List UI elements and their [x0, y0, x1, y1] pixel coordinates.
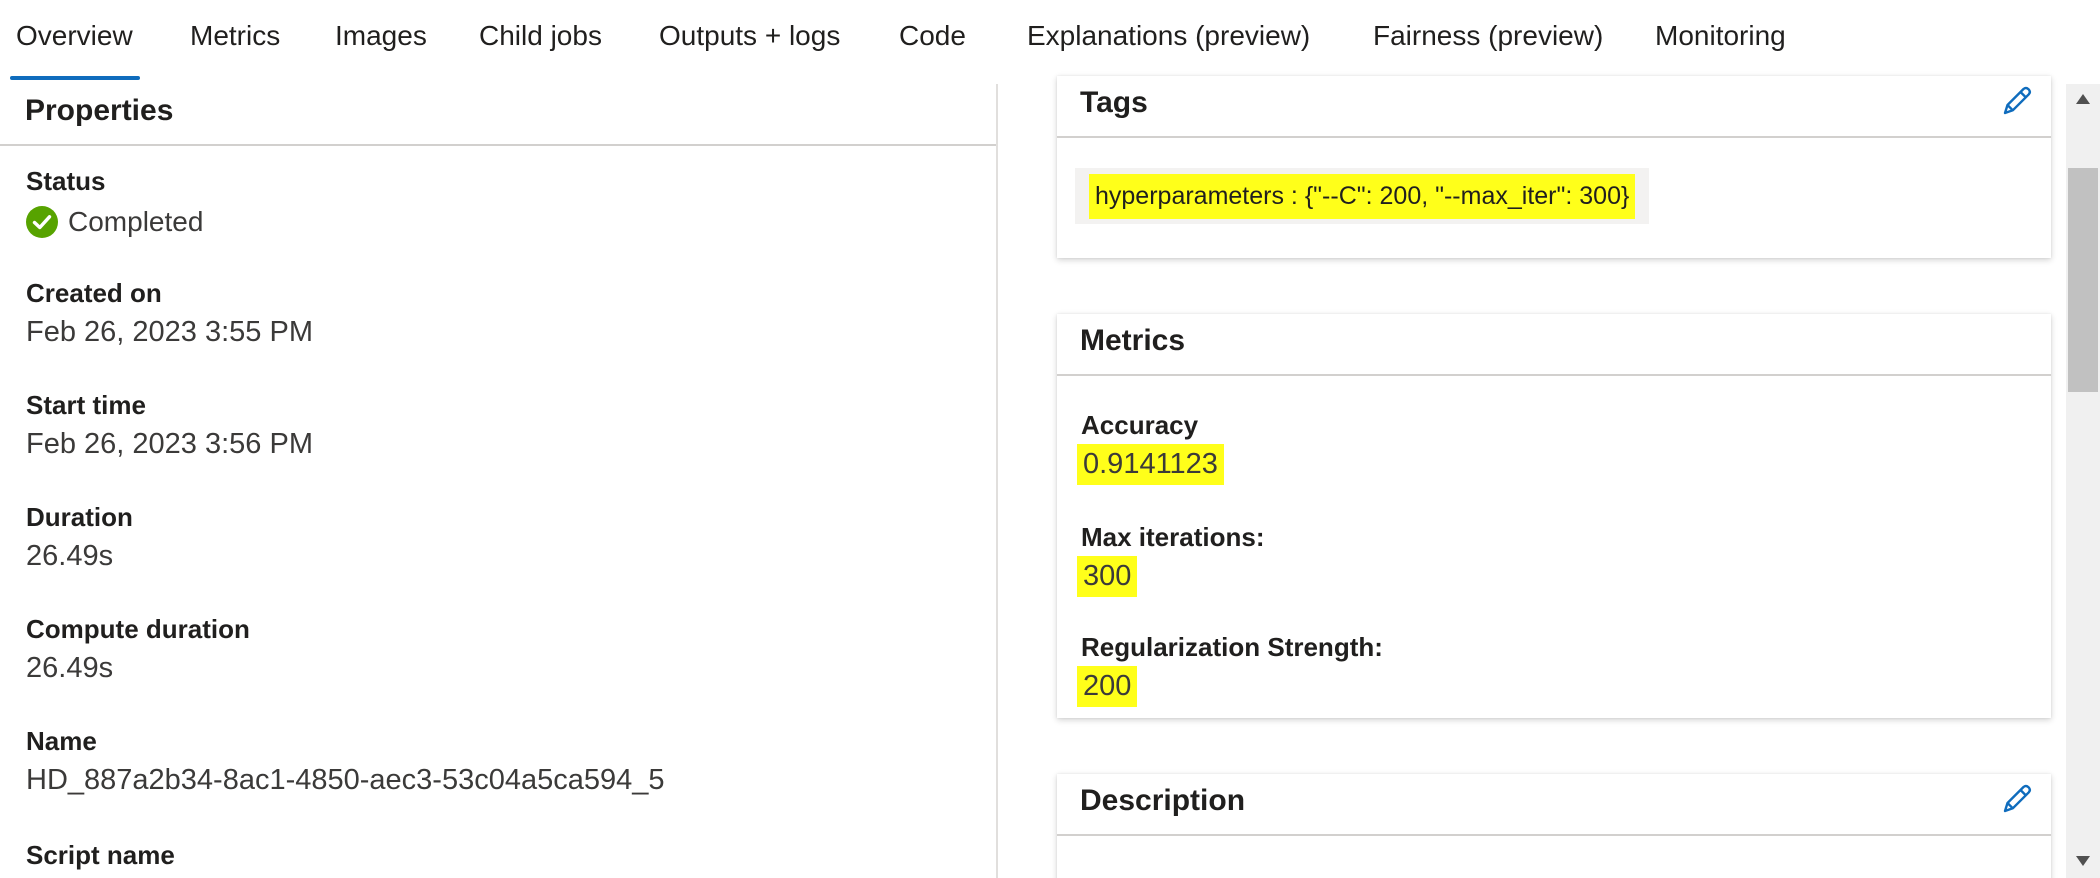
created-on-label: Created on — [26, 278, 162, 308]
tag-text: hyperparameters : {"--C": 200, "--max_it… — [1089, 173, 1636, 219]
metrics-header: Metrics — [1057, 314, 2051, 376]
tab-monitoring[interactable]: Monitoring — [1655, 20, 1786, 52]
tags-card: Tags hyperparameters : {"--C": 200, "--m… — [1057, 76, 2051, 258]
status-text: Completed — [68, 206, 204, 237]
tab-code[interactable]: Code — [899, 20, 966, 52]
edit-tags-pencil-icon[interactable] — [1998, 82, 2036, 120]
properties-panel: Properties Status Completed Created on F… — [0, 84, 998, 878]
regularization-value: 200 — [1077, 666, 1138, 707]
tab-outputs-logs[interactable]: Outputs + logs — [659, 20, 840, 52]
start-time-value: Feb 26, 2023 3:56 PM — [26, 428, 313, 460]
scroll-up-arrow-icon[interactable] — [2066, 84, 2100, 114]
tags-title: Tags — [1080, 86, 1148, 119]
properties-title: Properties — [25, 94, 174, 127]
max-iterations-value: 300 — [1077, 556, 1138, 597]
properties-header: Properties — [0, 84, 996, 146]
duration-value: 26.49s — [26, 540, 114, 572]
script-name-label: Script name — [26, 840, 175, 870]
tab-child-jobs[interactable]: Child jobs — [479, 20, 602, 52]
tab-bar: Overview Metrics Images Child jobs Outpu… — [0, 0, 2100, 84]
created-on-value: Feb 26, 2023 3:55 PM — [26, 316, 313, 348]
start-time-label: Start time — [26, 390, 146, 420]
max-iterations-label: Max iterations: — [1081, 522, 1265, 552]
regularization-label: Regularization Strength: — [1081, 632, 1383, 662]
check-circle-icon — [26, 206, 58, 238]
scrollbar-thumb[interactable] — [2068, 168, 2098, 392]
edit-description-pencil-icon[interactable] — [1998, 780, 2036, 818]
description-card: Description — [1057, 774, 2051, 878]
scroll-down-arrow-icon[interactable] — [2066, 846, 2100, 876]
description-header: Description — [1057, 774, 2051, 836]
status-value: Completed — [26, 206, 203, 238]
tag-chip: hyperparameters : {"--C": 200, "--max_it… — [1075, 168, 1650, 224]
description-title: Description — [1080, 784, 1246, 817]
status-label: Status — [26, 166, 106, 196]
tab-fairness[interactable]: Fairness (preview) — [1373, 20, 1603, 52]
duration-label: Duration — [26, 502, 133, 532]
compute-duration-value: 26.49s — [26, 652, 114, 684]
name-label: Name — [26, 726, 97, 756]
tab-metrics[interactable]: Metrics — [190, 20, 280, 52]
metrics-card: Metrics Accuracy 0.9141123 Max iteration… — [1057, 314, 2051, 718]
vertical-scrollbar[interactable] — [2066, 84, 2100, 878]
tab-explanations[interactable]: Explanations (preview) — [1027, 20, 1310, 52]
active-tab-indicator — [10, 76, 140, 80]
tab-images[interactable]: Images — [335, 20, 427, 52]
name-value: HD_887a2b34-8ac1-4850-aec3-53c04a5ca594_… — [26, 764, 665, 796]
accuracy-value: 0.9141123 — [1077, 444, 1224, 485]
tab-overview[interactable]: Overview — [16, 20, 133, 52]
accuracy-label: Accuracy — [1081, 410, 1199, 440]
tags-header: Tags — [1057, 76, 2051, 138]
compute-duration-label: Compute duration — [26, 614, 250, 644]
metrics-title: Metrics — [1080, 324, 1186, 357]
